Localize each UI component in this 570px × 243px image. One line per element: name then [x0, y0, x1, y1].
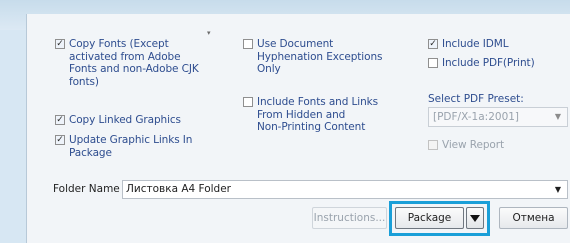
include-hidden-fonts-checkbox[interactable]: Include Fonts and Links From Hidden and … — [243, 96, 378, 134]
chevron-down-icon: ▼ — [554, 185, 561, 194]
copy-fonts-label: Copy Fonts (Except activated from Adobe … — [69, 38, 199, 88]
checkmark-icon: ✓ — [428, 38, 438, 49]
package-highlight-frame — [389, 201, 490, 236]
checkmark-icon: ✓ — [55, 38, 65, 49]
copy-linked-graphics-label: Copy Linked Graphics — [69, 114, 181, 126]
instructions-button[interactable]: Instructions... — [312, 207, 387, 229]
include-pdf-label: Include PDF(Print) — [442, 57, 535, 69]
use-doc-hyphenation-checkbox[interactable]: Use Document Hyphenation Exceptions Only — [243, 38, 382, 76]
include-hidden-fonts-label: Include Fonts and Links From Hidden and … — [257, 96, 378, 134]
update-graphic-links-checkbox[interactable]: ✓ Update Graphic Links In Package — [55, 134, 192, 159]
include-pdf-checkbox[interactable]: Include PDF(Print) — [428, 57, 535, 70]
pdf-preset-label: Select PDF Preset: — [428, 93, 524, 105]
include-idml-checkbox[interactable]: ✓ Include IDML — [428, 38, 509, 51]
copy-linked-graphics-checkbox[interactable]: ✓ Copy Linked Graphics — [55, 114, 181, 127]
checkmark-icon: ✓ — [55, 134, 65, 145]
small-arrow-icon: ▾ — [207, 29, 211, 37]
pdf-preset-select[interactable]: [PDF/X-1a:2001] ▼ — [428, 107, 568, 127]
cancel-button[interactable]: Отмена — [499, 207, 568, 229]
include-idml-label: Include IDML — [442, 38, 509, 50]
folder-name-value: Листовка А4 Folder — [126, 183, 231, 195]
view-report-checkbox[interactable]: View Report — [428, 139, 504, 152]
copy-fonts-checkbox[interactable]: ✓ Copy Fonts (Except activated from Adob… — [55, 38, 199, 88]
use-doc-hyphenation-label: Use Document Hyphenation Exceptions Only — [257, 38, 383, 76]
chevron-down-icon: ▼ — [554, 112, 561, 121]
folder-name-label: Folder Name — [53, 183, 120, 195]
folder-name-input[interactable]: Листовка А4 Folder ▼ — [122, 180, 568, 199]
checkmark-icon: ✓ — [55, 114, 65, 125]
view-report-label: View Report — [442, 139, 504, 151]
update-graphic-links-label: Update Graphic Links In Package — [69, 134, 193, 159]
pdf-preset-value: [PDF/X-1a:2001] — [433, 111, 520, 123]
